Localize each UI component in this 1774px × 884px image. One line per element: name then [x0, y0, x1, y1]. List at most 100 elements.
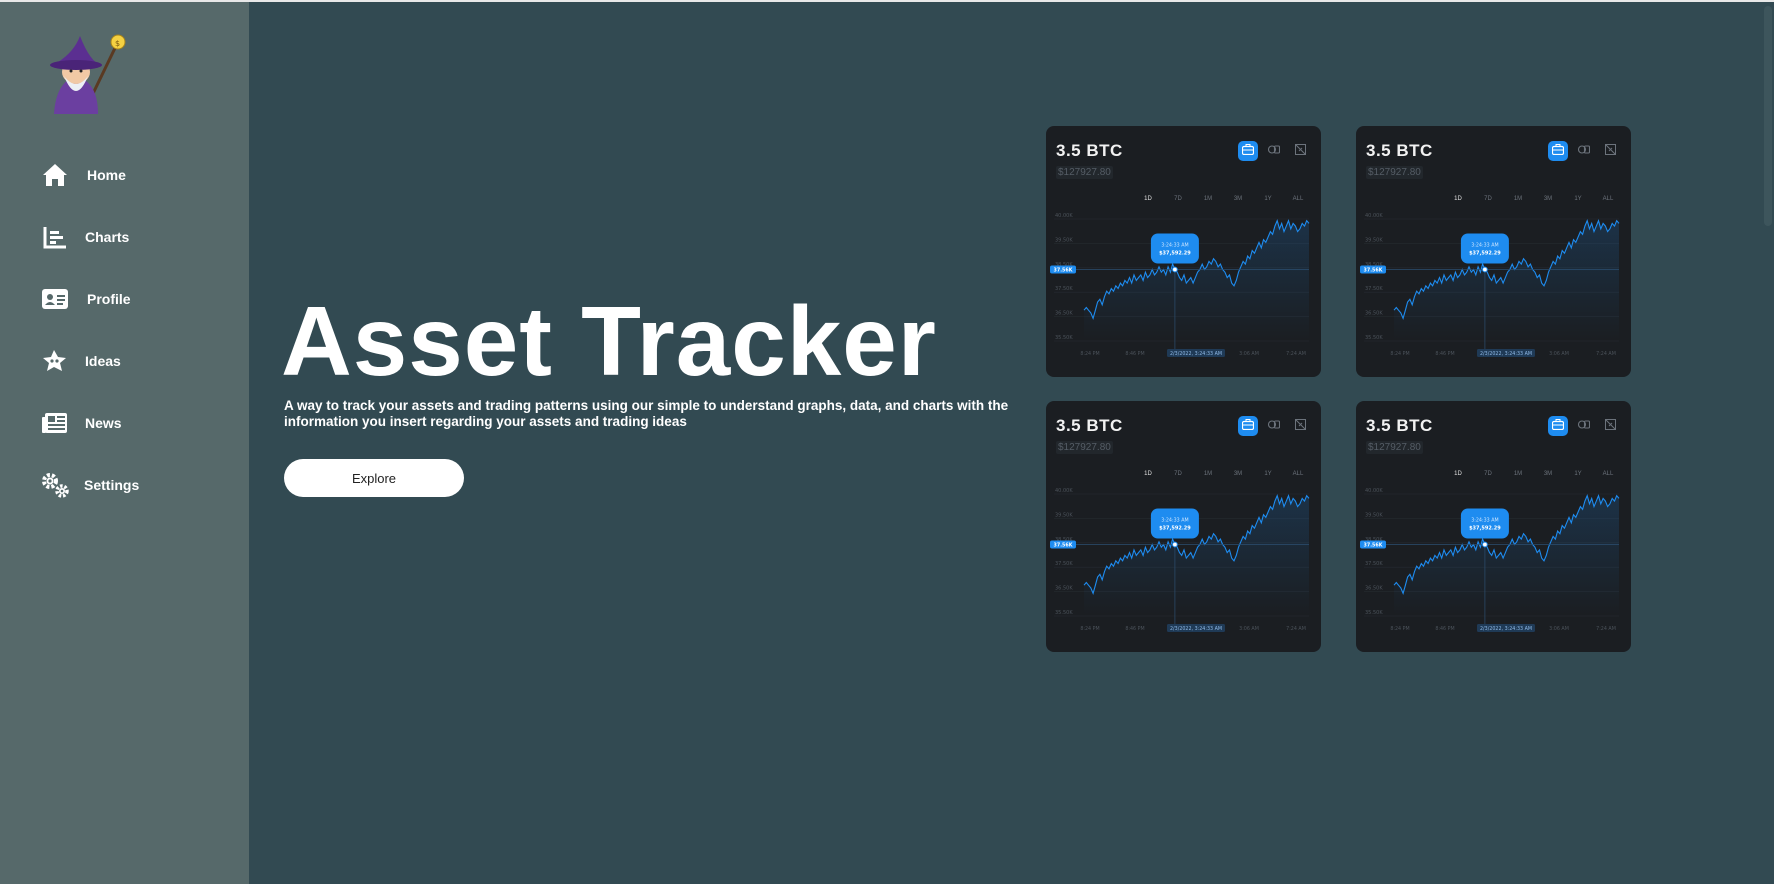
range-tab-all[interactable]: ALL [1593, 196, 1623, 202]
range-tab-3m[interactable]: 3M [1533, 196, 1563, 202]
price-line-chart[interactable]: 40.00K39.50K38.50K37.50K36.50K35.50K37.5… [1356, 204, 1631, 372]
range-selector: 1D 7D 1M 3M 1Y ALL [1133, 196, 1313, 202]
scrollbar-thumb[interactable] [1764, 6, 1772, 226]
y-tick-label: 36.50K [1365, 586, 1383, 592]
range-tab-all[interactable]: ALL [1283, 196, 1313, 202]
expand-icon [1294, 142, 1306, 160]
x-tick-label: 3:06 AM [1239, 626, 1259, 632]
range-tab-1y[interactable]: 1Y [1253, 471, 1283, 477]
y-tick-label: 37.50K [1055, 561, 1073, 567]
range-tab-3m[interactable]: 3M [1533, 471, 1563, 477]
range-tab-1y[interactable]: 1Y [1563, 471, 1593, 477]
y-tick-label: 35.50K [1055, 610, 1073, 616]
range-tab-1d[interactable]: 1D [1133, 471, 1163, 477]
range-tab-1m[interactable]: 1M [1193, 471, 1223, 477]
expand-button[interactable] [1290, 141, 1310, 161]
explore-button[interactable]: Explore [284, 459, 464, 497]
sidebar-item-charts[interactable]: Charts [40, 220, 129, 254]
briefcase-icon [1241, 417, 1255, 435]
y-tick-label: 37.50K [1365, 561, 1383, 567]
y-tick-label: 36.50K [1365, 311, 1383, 317]
expand-button[interactable] [1290, 416, 1310, 436]
sidebar-item-label: News [85, 415, 122, 431]
sidebar-item-ideas[interactable]: Ideas [40, 344, 121, 378]
range-selector: 1D 7D 1M 3M 1Y ALL [1443, 471, 1623, 477]
y-tick-label: 39.50K [1365, 512, 1383, 518]
briefcase-icon [1551, 417, 1565, 435]
range-tab-7d[interactable]: 7D [1163, 471, 1193, 477]
range-tab-1m[interactable]: 1M [1503, 471, 1533, 477]
expand-icon [1604, 417, 1616, 435]
top-border [249, 0, 1774, 2]
y-tick-label: 40.00K [1365, 213, 1383, 219]
range-tab-3m[interactable]: 3M [1223, 196, 1253, 202]
x-tick-label: 8:24 PM [1080, 626, 1099, 632]
expand-button[interactable] [1600, 416, 1620, 436]
range-tab-1d[interactable]: 1D [1443, 196, 1473, 202]
card-price: $127927.80 [1056, 441, 1113, 454]
range-tab-7d[interactable]: 7D [1473, 196, 1503, 202]
price-line-chart[interactable]: 40.00K39.50K38.50K37.50K36.50K35.50K37.5… [1046, 479, 1321, 647]
briefcase-icon [1551, 142, 1565, 160]
briefcase-button[interactable] [1238, 416, 1258, 436]
crosshair-y-label: 37.56K [1054, 543, 1073, 549]
range-tab-1d[interactable]: 1D [1443, 471, 1473, 477]
bar-chart-icon [40, 222, 70, 252]
gears-icon [40, 470, 70, 500]
idea-blob-icon [40, 346, 70, 376]
exchange-button[interactable] [1574, 416, 1594, 436]
crosshair-y-label: 37.56K [1054, 268, 1073, 274]
exchange-icon [1267, 417, 1281, 435]
scrollbar[interactable] [1762, 2, 1774, 884]
x-tick-label: 8:46 PM [1125, 626, 1144, 632]
sidebar-item-label: Settings [84, 477, 140, 493]
hero-description: A way to track your assets and trading p… [284, 398, 1009, 429]
sidebar-item-label: Charts [85, 229, 130, 245]
y-tick-label: 39.50K [1365, 237, 1383, 243]
briefcase-button[interactable] [1548, 416, 1568, 436]
exchange-button[interactable] [1264, 416, 1284, 436]
exchange-button[interactable] [1574, 141, 1594, 161]
crosshair-y-label: 37.56K [1364, 268, 1383, 274]
tooltip-time: 3:24:33 AM [1161, 518, 1188, 524]
tooltip-time: 3:24:33 AM [1471, 243, 1498, 249]
y-tick-label: 35.50K [1365, 610, 1383, 616]
hover-point [1482, 266, 1488, 273]
range-tab-1y[interactable]: 1Y [1253, 196, 1283, 202]
y-tick-label: 36.50K [1055, 311, 1073, 317]
sidebar-item-news[interactable]: News [40, 406, 122, 440]
briefcase-button[interactable] [1548, 141, 1568, 161]
x-tick-label: 2/3/2022, 3:24:33 AM [1480, 626, 1532, 632]
range-tab-all[interactable]: ALL [1283, 471, 1313, 477]
sidebar-item-label: Profile [87, 291, 131, 307]
sidebar-item-label: Ideas [85, 353, 121, 369]
card-title: 3.5 BTC [1366, 416, 1433, 435]
range-tab-3m[interactable]: 3M [1223, 471, 1253, 477]
price-line-chart[interactable]: 40.00K39.50K38.50K37.50K36.50K35.50K37.5… [1356, 479, 1631, 647]
x-tick-label: 3:06 AM [1549, 626, 1569, 632]
range-tab-1m[interactable]: 1M [1193, 196, 1223, 202]
chart-card: 3.5 BTC $127927.80 1D 7D 1M 3M 1Y ALL 40.00K 39.5… [1356, 401, 1631, 652]
wizard-logo[interactable]: $ [36, 32, 128, 116]
exchange-button[interactable] [1264, 141, 1284, 161]
y-tick-label: 36.50K [1055, 586, 1073, 592]
exchange-icon [1577, 142, 1591, 160]
range-tab-1m[interactable]: 1M [1503, 196, 1533, 202]
exchange-icon [1577, 417, 1591, 435]
sidebar-item-profile[interactable]: Profile [40, 282, 131, 316]
range-tab-7d[interactable]: 7D [1473, 471, 1503, 477]
range-tab-1y[interactable]: 1Y [1563, 196, 1593, 202]
range-tab-1d[interactable]: 1D [1133, 196, 1163, 202]
hover-point [1482, 541, 1488, 548]
price-line-chart[interactable]: 40.00K39.50K38.50K37.50K36.50K35.50K37.5… [1046, 204, 1321, 372]
sidebar-item-home[interactable]: Home [40, 158, 126, 192]
range-tab-all[interactable]: ALL [1593, 471, 1623, 477]
card-price: $127927.80 [1056, 166, 1113, 179]
range-tab-7d[interactable]: 7D [1163, 196, 1193, 202]
sidebar-item-settings[interactable]: Settings [40, 468, 139, 502]
expand-button[interactable] [1600, 141, 1620, 161]
briefcase-button[interactable] [1238, 141, 1258, 161]
expand-icon [1604, 142, 1616, 160]
crosshair-y-label: 37.56K [1364, 543, 1383, 549]
chart-card: 3.5 BTC $127927.80 1D 7D 1M 3M 1Y ALL 40.00K 39.5… [1356, 126, 1631, 377]
